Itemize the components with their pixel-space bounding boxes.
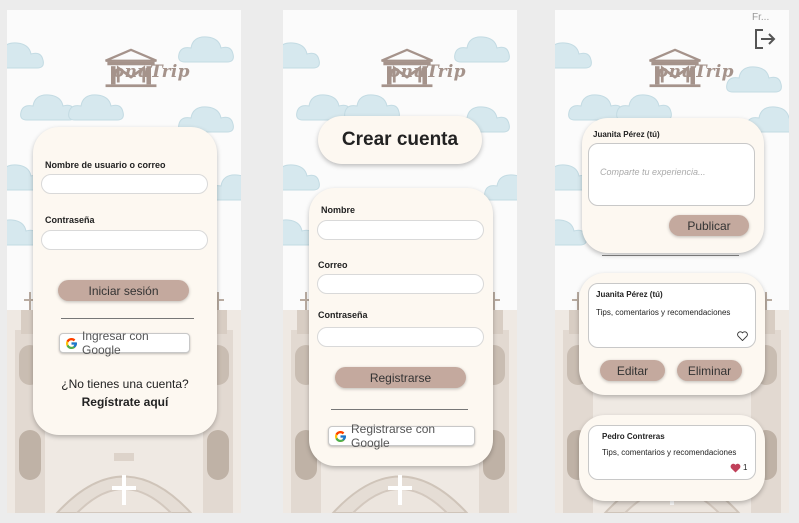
google-signup-label: Registrarse con Google	[351, 422, 436, 450]
delete-button[interactable]: Eliminar	[677, 360, 742, 381]
google-login-label: Ingresar con Google	[82, 329, 149, 357]
divider	[331, 409, 468, 410]
post-text: Tips, comentarios y recomendaciones	[596, 308, 731, 317]
post-card-own: Juanita Pérez (tú) Tips, comentarios y r…	[579, 273, 765, 395]
name-label: Nombre	[321, 205, 356, 215]
composer-placeholder: Comparte tu experiencia...	[600, 167, 706, 177]
signup-card: Nombre Correo Contraseña Registrarse Reg…	[309, 188, 493, 466]
edit-button[interactable]: Editar	[600, 360, 665, 381]
publish-button[interactable]: Publicar	[669, 215, 749, 236]
password-input[interactable]	[317, 327, 484, 347]
signup-title: Crear cuenta	[318, 116, 482, 164]
login-card: Nombre de usuario o correo Contraseña In…	[33, 127, 217, 435]
composer-card: Juanita Pérez (tú) Comparte tu experienc…	[582, 118, 764, 253]
signup-screen: onuTrip Crear cuenta Nombre Correo Contr…	[283, 10, 517, 513]
post-content: Juanita Pérez (tú) Tips, comentarios y r…	[588, 283, 756, 348]
login-screen: onuTrip Nombre de usuario o correo Contr…	[7, 10, 241, 513]
email-input[interactable]	[317, 274, 484, 294]
password-input[interactable]	[41, 230, 208, 250]
heart-outline-icon[interactable]	[737, 331, 748, 341]
post-content: Pedro Contreras Tips, comentarios y reco…	[588, 425, 756, 480]
logo-text: onuTrip	[657, 62, 734, 82]
heart-filled-icon[interactable]	[730, 463, 741, 473]
name-input[interactable]	[317, 220, 484, 240]
username-label: Nombre de usuario o correo	[45, 160, 166, 170]
logo-text: onuTrip	[389, 62, 466, 82]
like-count: 1	[743, 463, 748, 472]
register-link[interactable]: Regístrate aquí	[33, 395, 217, 409]
password-label: Contraseña	[45, 215, 95, 225]
post-text: Tips, comentarios y recomendaciones	[602, 448, 737, 457]
post-author: Juanita Pérez (tú)	[596, 290, 663, 299]
divider	[602, 255, 739, 256]
no-account-text: ¿No tienes una cuenta?	[61, 377, 189, 391]
username-input[interactable]	[41, 174, 208, 194]
google-icon	[335, 431, 347, 443]
register-button[interactable]: Registrarse	[335, 367, 466, 388]
logout-icon[interactable]	[753, 28, 777, 50]
password-label: Contraseña	[318, 310, 368, 320]
logo-text: onuTrip	[113, 62, 190, 82]
google-icon	[66, 338, 78, 350]
google-signup-button[interactable]: Registrarse con Google	[328, 422, 475, 450]
post-card-other: Pedro Contreras Tips, comentarios y reco…	[579, 415, 765, 501]
login-button[interactable]: Iniciar sesión	[58, 280, 189, 301]
composer-input[interactable]: Comparte tu experiencia...	[588, 143, 755, 206]
google-login-button[interactable]: Ingresar con Google	[59, 329, 190, 357]
post-author: Pedro Contreras	[602, 432, 665, 441]
composer-author: Juanita Pérez (tú)	[593, 130, 660, 139]
top-label: Fr...	[752, 12, 770, 23]
email-label: Correo	[318, 260, 348, 270]
feed-screen: Fr... onuTrip Juanita Pérez (tú) Compart…	[555, 10, 789, 513]
divider	[61, 318, 194, 319]
